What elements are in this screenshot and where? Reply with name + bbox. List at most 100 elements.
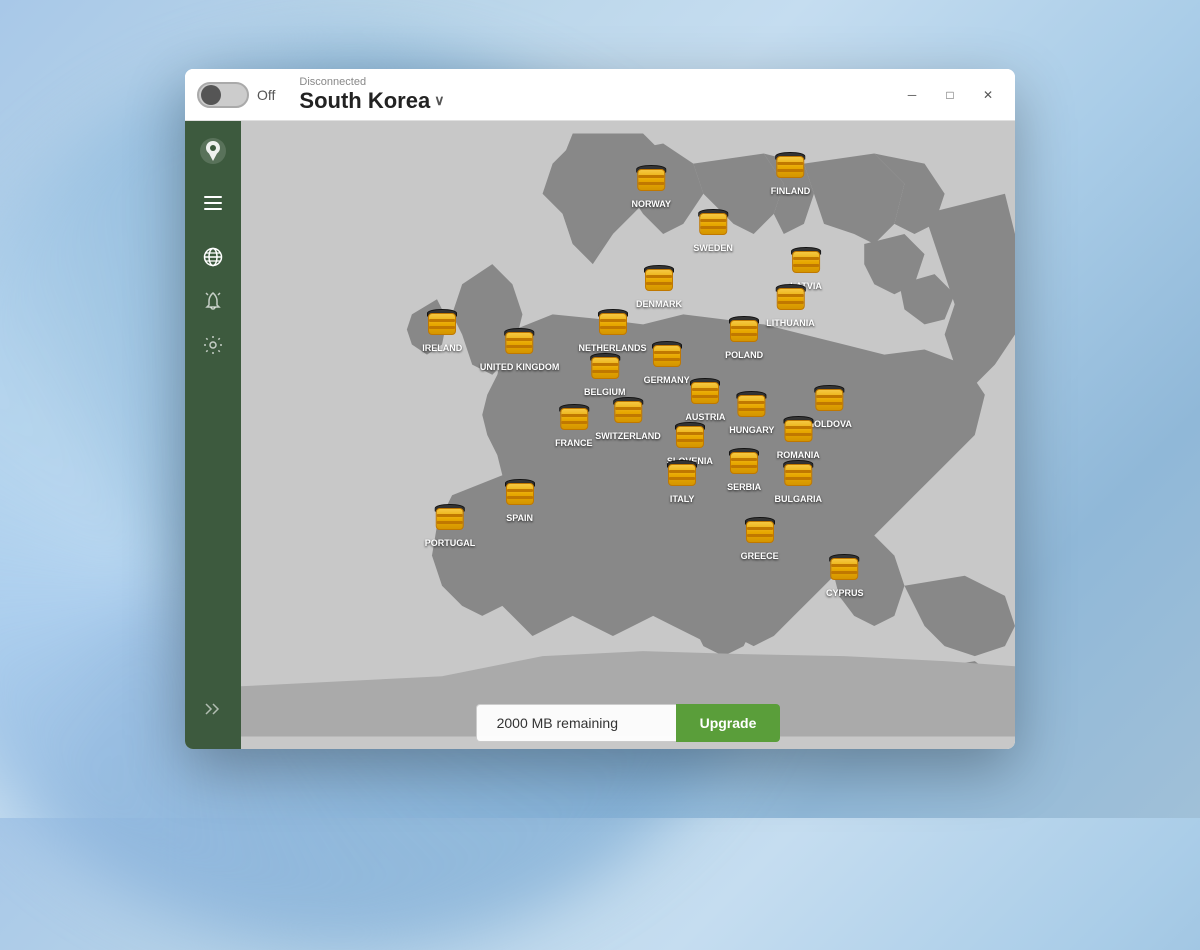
barrel-body: [506, 483, 534, 505]
barrel-icon: [560, 408, 588, 436]
server-pin-denmark[interactable]: DENMARK: [636, 269, 682, 309]
barrel-body: [436, 508, 464, 530]
barrel-band-top: [778, 294, 804, 297]
pin-label: BELGIUM: [584, 387, 626, 397]
mb-remaining-display: 2000 MB remaining: [476, 704, 676, 742]
sidebar-item-servers[interactable]: [193, 237, 233, 277]
bottom-bar: 2000 MB remaining Upgrade: [241, 697, 1015, 749]
server-pin-germany[interactable]: GERMANY: [644, 345, 690, 385]
barrel-icon: [738, 395, 766, 423]
server-pin-bulgaria[interactable]: BULGARIA: [775, 464, 823, 504]
window-controls: ─ □ ✕: [897, 80, 1003, 110]
barrel-body: [645, 269, 673, 291]
country-selector[interactable]: South Korea ∨: [299, 88, 444, 114]
server-pin-norway[interactable]: NORWAY: [631, 169, 671, 209]
barrel-band-bottom: [669, 477, 695, 480]
pin-label: BULGARIA: [775, 494, 823, 504]
server-pin-portugal[interactable]: PORTUGAL: [425, 508, 476, 548]
pin-label: UNITED KINGDOM: [480, 362, 560, 372]
pin-label: ITALY: [670, 494, 695, 504]
upgrade-button[interactable]: Upgrade: [676, 704, 781, 742]
barrel-band-top: [692, 388, 718, 391]
barrel-band-top: [816, 395, 842, 398]
server-pin-austria[interactable]: AUSTRIA: [685, 382, 725, 422]
barrel-band-bottom: [793, 264, 819, 267]
server-pin-poland[interactable]: POLAND: [725, 320, 763, 360]
pin-label: PORTUGAL: [425, 538, 476, 548]
minimize-button[interactable]: ─: [897, 80, 927, 110]
barrel-band-bottom: [832, 571, 858, 574]
barrel-icon: [599, 313, 627, 341]
barrel-band-top: [785, 426, 811, 429]
server-pin-italy[interactable]: ITALY: [668, 464, 696, 504]
barrel-icon: [784, 464, 812, 492]
barrel-band-bottom: [739, 408, 765, 411]
barrel-icon: [506, 332, 534, 360]
toggle-container: Off: [197, 82, 275, 108]
barrel-body: [738, 395, 766, 417]
server-pin-lithuania[interactable]: LITHUANIA: [766, 288, 815, 328]
sidebar-item-notifications[interactable]: [193, 281, 233, 321]
main-content: NORWAY FINLAND SWEDEN LATVIA: [185, 121, 1015, 749]
barrel-band-bottom: [507, 496, 533, 499]
server-pin-united_kingdom[interactable]: UNITED KINGDOM: [480, 332, 560, 372]
server-pin-netherlands[interactable]: NETHERLANDS: [579, 313, 647, 353]
barrel-body: [676, 426, 704, 448]
barrel-body: [730, 452, 758, 474]
menu-line-1: [204, 196, 222, 198]
pin-label: SERBIA: [727, 482, 761, 492]
barrel-icon: [730, 320, 758, 348]
server-pin-belgium[interactable]: BELGIUM: [584, 357, 626, 397]
barrel-body: [614, 401, 642, 423]
barrel-icon: [815, 389, 843, 417]
sidebar-item-settings[interactable]: [193, 325, 233, 365]
barrel-icon: [653, 345, 681, 373]
pin-label: NORWAY: [631, 199, 671, 209]
barrel-band-top: [700, 219, 726, 222]
barrel-icon: [436, 508, 464, 536]
barrel-body: [599, 313, 627, 335]
barrel-icon: [506, 483, 534, 511]
server-pin-hungary[interactable]: HUNGARY: [729, 395, 774, 435]
barrel-band-bottom: [778, 169, 804, 172]
barrel-body: [777, 156, 805, 178]
server-pin-cyprus[interactable]: CYPRUS: [826, 558, 864, 598]
pin-label: GREECE: [741, 551, 779, 561]
server-pin-finland[interactable]: FINLAND: [771, 156, 811, 196]
menu-button[interactable]: [195, 185, 231, 221]
sidebar-bottom: [193, 689, 233, 737]
server-pin-greece[interactable]: GREECE: [741, 521, 779, 561]
vpn-toggle[interactable]: [197, 82, 249, 108]
pin-label: GERMANY: [644, 375, 690, 385]
sidebar: [185, 121, 241, 749]
server-pin-serbia[interactable]: SERBIA: [727, 452, 761, 492]
barrel-band-bottom: [615, 414, 641, 417]
server-pin-romania[interactable]: ROMANIA: [777, 420, 820, 460]
barrel-body: [746, 521, 774, 543]
barrel-band-top: [600, 319, 626, 322]
app-window: Off Disconnected South Korea ∨ ─ □ ✕: [185, 69, 1015, 749]
barrel-band-top: [832, 564, 858, 567]
barrel-body: [784, 420, 812, 442]
barrel-band-bottom: [507, 345, 533, 348]
barrel-band-bottom: [600, 326, 626, 329]
barrel-band-top: [638, 175, 664, 178]
server-pin-ireland[interactable]: IRELAND: [422, 313, 462, 353]
app-logo[interactable]: [195, 133, 231, 169]
barrel-band-top: [785, 470, 811, 473]
barrel-icon: [699, 213, 727, 241]
barrel-band-top: [507, 338, 533, 341]
server-pin-switzerland[interactable]: SWITZERLAND: [595, 401, 661, 441]
title-bar: Off Disconnected South Korea ∨ ─ □ ✕: [185, 69, 1015, 121]
barrel-icon: [691, 382, 719, 410]
barrel-band-bottom: [561, 421, 587, 424]
server-pin-france[interactable]: FRANCE: [555, 408, 593, 448]
barrel-icon: [637, 169, 665, 197]
collapse-button[interactable]: [193, 689, 233, 729]
close-button[interactable]: ✕: [973, 80, 1003, 110]
sidebar-nav: [193, 229, 233, 681]
server-pin-spain[interactable]: SPAIN: [506, 483, 534, 523]
maximize-button[interactable]: □: [935, 80, 965, 110]
server-pin-sweden[interactable]: SWEDEN: [693, 213, 733, 253]
barrel-band-top: [615, 407, 641, 410]
